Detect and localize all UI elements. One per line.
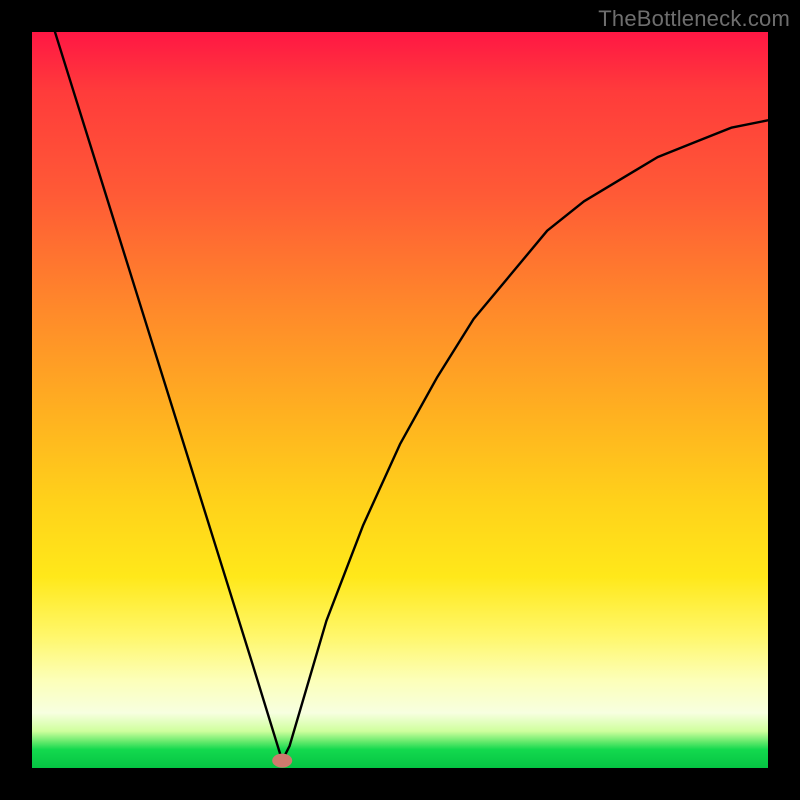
watermark-text: TheBottleneck.com — [598, 6, 790, 32]
bottleneck-curve — [32, 32, 768, 768]
chart-frame: TheBottleneck.com — [0, 0, 800, 800]
optimum-marker — [272, 754, 292, 768]
plot-area — [32, 32, 768, 768]
curve-path — [32, 32, 768, 761]
